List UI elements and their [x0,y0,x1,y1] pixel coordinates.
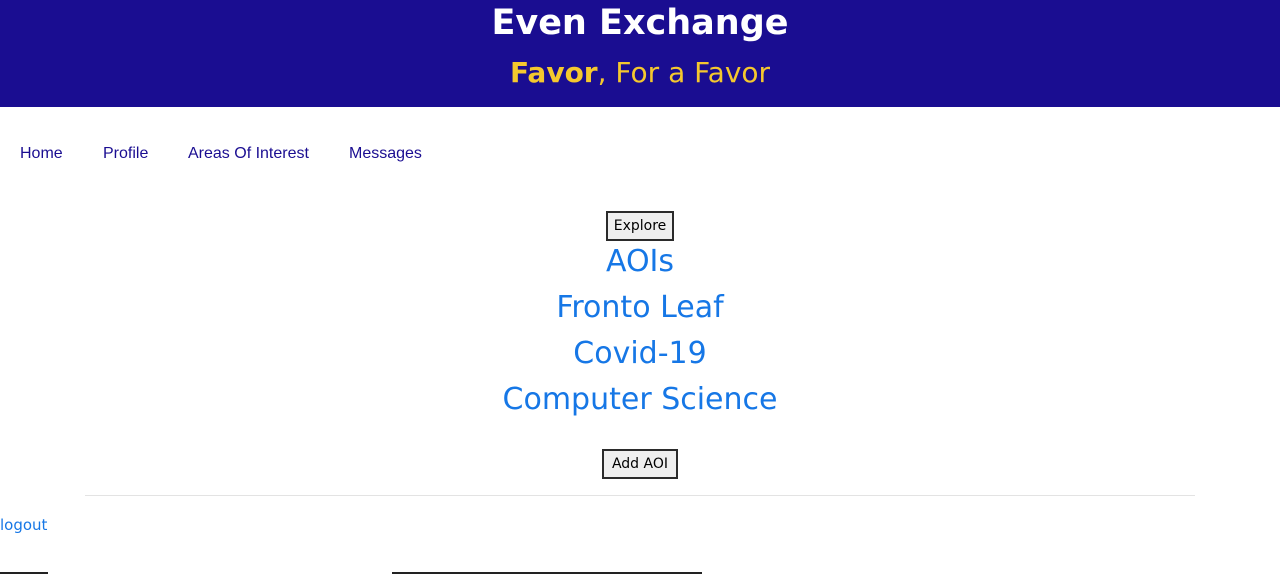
logout-link[interactable]: logout [0,514,47,536]
nav-profile[interactable]: Profile [103,143,148,165]
explore-button[interactable]: Explore [606,211,674,241]
add-aoi-button[interactable]: Add AOI [602,449,678,479]
aoi-link-fronto-leaf[interactable]: Fronto Leaf [0,288,1280,328]
tagline-strong: Favor [509,56,598,89]
tagline-rest: , For a Favor [597,56,771,89]
site-title: Even Exchange [491,3,789,43]
divider [85,495,1195,496]
aoi-link-computer-science[interactable]: Computer Science [0,380,1280,420]
site-header: Even Exchange Favor, For a Favor [0,0,1280,107]
aoi-heading-link[interactable]: AOIs [0,242,1280,282]
site-tagline: Favor, For a Favor [0,54,1280,92]
nav-areas-of-interest[interactable]: Areas Of Interest [188,143,309,165]
nav-messages[interactable]: Messages [349,143,422,165]
nav-home[interactable]: Home [20,143,63,165]
aoi-link-covid-19[interactable]: Covid-19 [0,334,1280,374]
